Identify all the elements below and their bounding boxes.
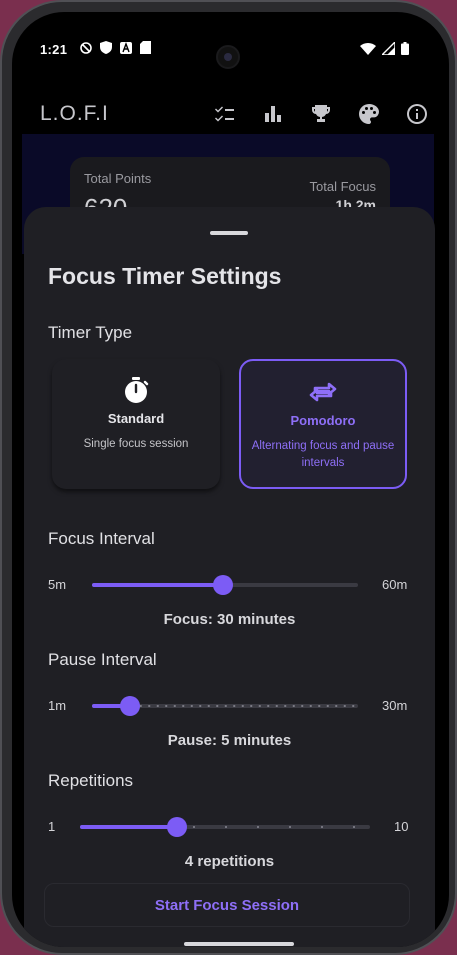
repetitions-slider-fill <box>80 825 177 829</box>
timer-type-pomodoro-card[interactable]: Pomodoro Alternating focus and pause int… <box>239 359 407 489</box>
status-bar: 1:21 <box>12 12 449 82</box>
pause-slider-thumb[interactable] <box>120 696 140 716</box>
stopwatch-icon <box>125 377 149 403</box>
focus-max-label: 60m <box>382 577 408 592</box>
sd-card-icon <box>140 41 151 54</box>
camera-cutout <box>216 45 240 69</box>
pause-caption: Pause: 5 minutes <box>167 732 292 749</box>
start-focus-session-button[interactable]: Start Focus Session <box>44 883 410 927</box>
focus-slider-fill <box>92 583 223 587</box>
focus-caption: Focus: 30 minutes <box>163 611 296 628</box>
app-bar: L.O.F.I <box>12 84 449 140</box>
pause-interval-slider[interactable] <box>92 696 358 716</box>
tasks-icon[interactable] <box>213 102 237 126</box>
repetitions-slider[interactable] <box>80 817 370 837</box>
timer-type-heading: Timer Type <box>48 323 133 342</box>
app-bar-actions <box>213 102 429 126</box>
pause-max-label: 30m <box>382 698 408 713</box>
total-points-label: Total Points <box>84 171 152 186</box>
start-bar: Start Focus Session <box>24 869 435 947</box>
home-indicator[interactable] <box>184 942 294 946</box>
vpn-icon <box>80 41 92 54</box>
pause-min-label: 1m <box>48 698 67 713</box>
notification-icons <box>80 41 151 54</box>
drag-handle[interactable] <box>210 231 248 235</box>
standard-name: Standard <box>107 411 165 426</box>
info-icon[interactable] <box>405 102 429 126</box>
screen: 1:21 L.O.F.I Total Points Total Focus 1h… <box>12 12 449 947</box>
status-time: 1:21 <box>40 42 68 57</box>
focus-slider-thumb[interactable] <box>213 575 233 595</box>
phone-frame: 1:21 L.O.F.I Total Points Total Focus 1h… <box>0 0 457 955</box>
standard-description: Single focus session <box>83 438 189 450</box>
shield-icon <box>100 41 112 54</box>
font-icon <box>120 41 132 54</box>
pause-interval-heading: Pause Interval <box>48 650 157 669</box>
pomodoro-description: Alternating focus and pause intervals <box>251 440 395 469</box>
palette-icon[interactable] <box>357 102 381 126</box>
focus-timer-settings-sheet: Focus Timer Settings Timer Type Standard… <box>24 207 435 947</box>
focus-interval-heading: Focus Interval <box>48 529 155 548</box>
sheet-title: Focus Timer Settings <box>48 263 282 289</box>
repetitions-caption: 4 repetitions <box>184 853 275 870</box>
app-title: L.O.F.I <box>40 102 109 125</box>
focus-interval-slider[interactable] <box>92 575 358 595</box>
repetitions-min-label: 1 <box>48 819 56 834</box>
repetitions-max-label: 10 <box>394 819 409 834</box>
repeat-icon <box>309 382 337 402</box>
focus-min-label: 5m <box>48 577 67 592</box>
total-focus-label: Total Focus <box>309 179 376 194</box>
battery-icon <box>401 42 409 55</box>
wifi-icon <box>360 42 376 55</box>
system-icons <box>360 42 409 55</box>
signal-icon <box>382 42 395 55</box>
timer-type-standard-card[interactable]: Standard Single focus session <box>52 359 220 489</box>
stats-icon[interactable] <box>261 102 285 126</box>
repetitions-heading: Repetitions <box>48 771 134 790</box>
pomodoro-name: Pomodoro <box>290 413 356 428</box>
repetitions-slider-thumb[interactable] <box>167 817 187 837</box>
trophy-icon[interactable] <box>309 102 333 126</box>
